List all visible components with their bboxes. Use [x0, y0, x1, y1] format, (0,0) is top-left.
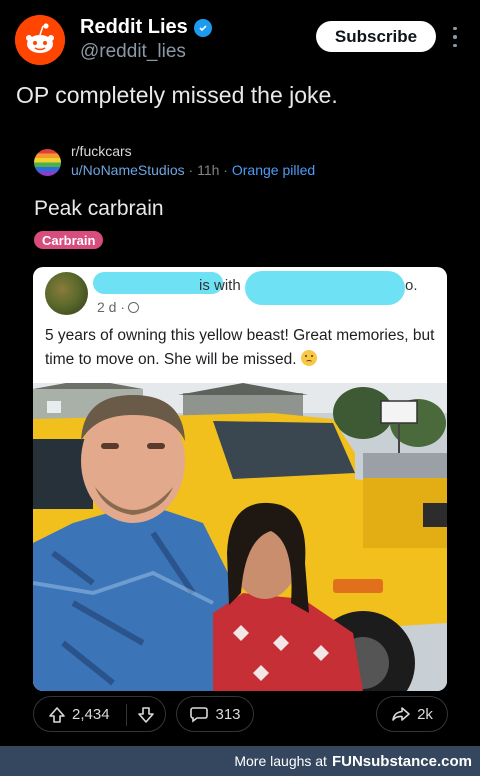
vote-control: 2,434	[33, 696, 166, 732]
downvote-button[interactable]	[136, 705, 156, 725]
account-handle[interactable]: @reddit_lies	[80, 41, 186, 63]
tagged-tail-text: o.	[405, 277, 418, 294]
share-arrow-icon	[392, 707, 410, 721]
account-name[interactable]: Reddit Lies	[80, 16, 188, 39]
avatar	[45, 272, 88, 315]
post-time: 11h	[197, 162, 220, 178]
downvote-arrow-icon	[138, 707, 154, 723]
sad-face-emoji-icon	[300, 350, 317, 366]
share-button[interactable]: 2k	[376, 696, 448, 732]
footer-text: More laughs at	[234, 753, 327, 769]
comment-count: 313	[215, 705, 241, 723]
avatar[interactable]	[15, 15, 65, 65]
globe-icon	[128, 301, 140, 313]
meta-separator: ·	[223, 162, 228, 178]
subreddit-name: r/fuckcars	[71, 143, 132, 159]
subreddit-icon	[34, 149, 61, 176]
fb-time-text: 2 d ·	[97, 299, 126, 315]
share-count: 2k	[417, 705, 433, 723]
user-flair: Orange pilled	[231, 162, 316, 178]
meta-separator: ·	[188, 162, 194, 178]
fb-post-text-body: 5 years of owning this yellow beast! Gre…	[45, 327, 435, 368]
post-flair: Carbrain	[34, 231, 104, 249]
footer-brand: FUNsubstance.com	[331, 752, 472, 770]
upvote-count: 2,434	[72, 706, 110, 723]
upvote-arrow-icon	[49, 707, 65, 723]
vote-divider	[126, 704, 127, 726]
fb-post-time: 2 d ·	[97, 299, 140, 315]
comment-bubble-icon	[190, 707, 209, 723]
more-options-icon[interactable]	[448, 24, 462, 50]
fb-post-text: 5 years of owning this yellow beast! Gre…	[45, 324, 440, 372]
comments-button[interactable]: 313	[176, 696, 254, 732]
upvote-button[interactable]	[47, 705, 67, 725]
redaction-mark	[245, 271, 405, 305]
post-author: u/NoNameStudios	[71, 162, 185, 178]
subscribe-button[interactable]: Subscribe	[316, 21, 436, 52]
watermark-footer: More laughs at FUNsubstance.com	[0, 746, 480, 776]
facebook-post-card: is with o. 2 d · 5 years of owning this …	[33, 267, 447, 691]
photo-man-woman-yellow-hummer	[33, 383, 447, 691]
tweet-text: OP completely missed the joke.	[16, 82, 338, 108]
post-title: Peak carbrain	[34, 197, 164, 220]
tweet-header: Reddit Lies @reddit_lies Subscribe	[0, 0, 480, 80]
is-with-text: is with	[199, 277, 241, 294]
reddit-snoo-icon	[15, 15, 65, 65]
verified-badge-icon	[193, 18, 212, 37]
post-meta: u/NoNameStudios · 11h · Orange pilled	[71, 162, 315, 178]
post-action-bar: 2,434 313 2k	[0, 693, 480, 735]
account-name-row[interactable]: Reddit Lies	[80, 16, 212, 39]
